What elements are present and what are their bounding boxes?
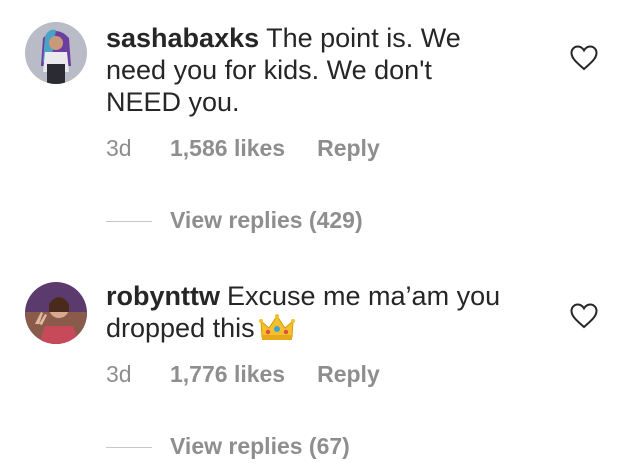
timestamp: 3d bbox=[106, 135, 132, 161]
view-replies-label: View replies (67) bbox=[170, 433, 350, 459]
divider-line bbox=[106, 221, 152, 223]
comment-line: The point is. We bbox=[266, 23, 461, 53]
username[interactable]: robynttw bbox=[106, 281, 220, 311]
comment-text: robynttw Excuse me ma’am you dropped this bbox=[106, 280, 526, 344]
view-replies-button[interactable]: View replies (67) bbox=[106, 433, 350, 460]
username[interactable]: sashabaxks bbox=[106, 23, 259, 53]
reply-button[interactable]: Reply bbox=[317, 361, 380, 388]
crown-emoji-icon bbox=[258, 313, 295, 341]
comment-line: need you for kids. We don't bbox=[106, 55, 432, 85]
user-avatar-icon bbox=[25, 282, 87, 344]
comment-line: Excuse me ma’am you bbox=[227, 281, 501, 311]
like-heart-icon[interactable] bbox=[570, 303, 598, 329]
avatar[interactable] bbox=[25, 22, 87, 84]
like-heart-icon[interactable] bbox=[570, 45, 598, 71]
reply-button[interactable]: Reply bbox=[317, 135, 380, 162]
likes-count[interactable]: 1,586 likes bbox=[170, 135, 285, 162]
view-replies-label: View replies (429) bbox=[170, 207, 363, 233]
likes-count[interactable]: 1,776 likes bbox=[170, 361, 285, 388]
comment-meta: 3d 1,776 likes Reply bbox=[106, 361, 380, 388]
view-replies-button[interactable]: View replies (429) bbox=[106, 207, 363, 234]
comment-line: dropped this bbox=[106, 313, 255, 343]
user-avatar-icon bbox=[25, 22, 87, 84]
comment-text: sashabaxks The point is. We need you for … bbox=[106, 22, 526, 118]
avatar[interactable] bbox=[25, 282, 87, 344]
divider-line bbox=[106, 447, 152, 449]
timestamp: 3d bbox=[106, 361, 132, 387]
comment-line: NEED you. bbox=[106, 87, 240, 117]
comment-meta: 3d 1,586 likes Reply bbox=[106, 135, 380, 162]
